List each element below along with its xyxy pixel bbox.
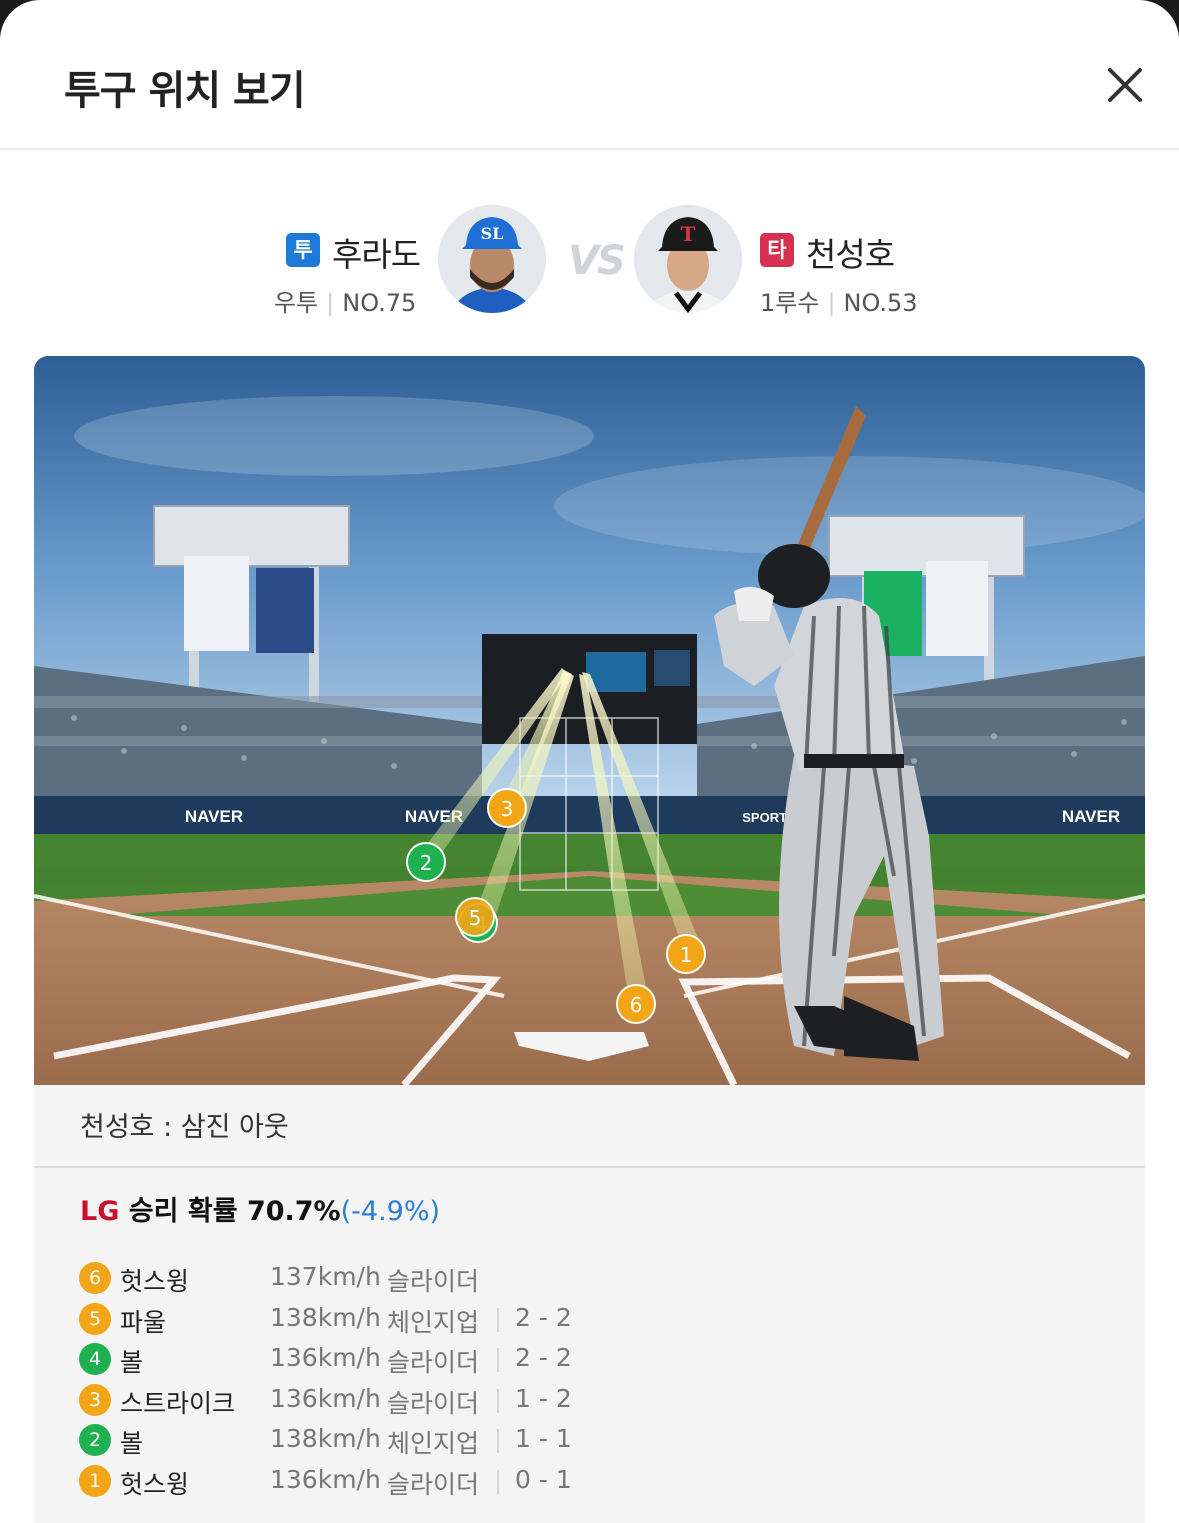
win-probability: LG 승리 확률 70.7%(-4.9%) xyxy=(80,1189,440,1228)
pitch-speed: 136km/h xyxy=(270,1464,381,1494)
divider: | xyxy=(827,289,836,317)
pitcher-cap-logo: SL xyxy=(481,224,504,243)
pitch-result: 볼 xyxy=(120,1429,144,1458)
win-probability-value: 승리 확률 70.7% xyxy=(128,1196,341,1227)
pitcher-name[interactable]: 후라도 xyxy=(332,228,421,276)
pitch-result: 헛스윙 xyxy=(120,1469,190,1499)
close-button[interactable] xyxy=(1100,60,1150,110)
pitch-location-sheet: 투구 위치 보기 투 후라도 우투 | NO.75 SL VS T 타 천성호 … xyxy=(0,0,1179,1523)
pitch-marker-3[interactable]: 3 xyxy=(487,788,527,828)
pitch-type: 슬라이더 xyxy=(387,1348,480,1377)
pitch-marker-label: 2 xyxy=(420,851,433,875)
close-icon xyxy=(1108,68,1142,102)
at-bat-summary: 천성호 : 삼진 아웃 xyxy=(80,1112,289,1143)
divider xyxy=(497,1388,499,1413)
pitch-count: 2 - 2 xyxy=(515,1302,572,1332)
batter-info: 1루수 | NO.53 xyxy=(760,283,918,318)
pitch-row[interactable]: 5 파울 138km/h 체인지업 2 - 2 xyxy=(79,1301,1139,1342)
pitch-number-badge: 6 xyxy=(79,1262,111,1294)
pitch-result: 스트라이크 xyxy=(120,1388,236,1418)
divider xyxy=(497,1348,499,1372)
pitch-type: 체인지업 xyxy=(387,1307,480,1337)
pitch-number-badge: 1 xyxy=(79,1464,111,1497)
pitch-number-badge: 5 xyxy=(79,1302,111,1335)
pitcher-avatar[interactable]: SL xyxy=(438,205,546,313)
sheet-header: 투구 위치 보기 xyxy=(0,0,1179,150)
pitcher-number: NO.75 xyxy=(342,289,417,317)
pitcher-hand: 우투 xyxy=(274,289,319,317)
pitch-type: 슬라이더 xyxy=(387,1469,480,1499)
pitch-marker-label: 1 xyxy=(680,943,693,967)
pitch-row[interactable]: 3 스트라이크 136km/h 슬라이더 1 - 2 xyxy=(79,1382,1139,1423)
pitch-marker-label: 5 xyxy=(469,906,482,930)
batter-cap-logo: T xyxy=(681,222,696,246)
batter-name[interactable]: 천성호 xyxy=(806,228,895,276)
divider xyxy=(497,1307,499,1332)
pitch-speed: 138km/h xyxy=(270,1424,381,1453)
pitch-speed: 136km/h xyxy=(270,1343,381,1372)
pitch-list: 6 헛스윙 137km/h 슬라이더 5 파울 138km/h 체인지업 2 -… xyxy=(79,1260,1139,1503)
pitch-result: 파울 xyxy=(120,1307,167,1337)
pitch-count: 1 - 1 xyxy=(515,1424,572,1453)
pitch-row[interactable]: 4 볼 136km/h 슬라이더 2 - 2 xyxy=(79,1341,1139,1382)
pitch-type: 체인지업 xyxy=(387,1429,480,1458)
divider xyxy=(34,1166,1145,1168)
batter-role-badge: 타 xyxy=(760,233,794,267)
batter-number: NO.53 xyxy=(843,289,918,317)
at-bat-result-panel: 천성호 : 삼진 아웃 LG 승리 확률 70.7%(-4.9%) 6 헛스윙 … xyxy=(34,1085,1145,1523)
pitcher-info: 우투 | NO.75 xyxy=(274,283,416,318)
win-probability-delta: (-4.9%) xyxy=(340,1196,441,1227)
pitch-location-view: NAVER NAVER SPORTS NAVER 3 2 5 1 6 xyxy=(34,356,1145,1085)
stadium-scene: NAVER NAVER SPORTS NAVER 3 2 5 1 6 xyxy=(34,356,1145,1085)
pitch-number-badge: 3 xyxy=(79,1383,111,1416)
pitch-marker-2[interactable]: 2 xyxy=(406,842,446,882)
matchup-panel: 투 후라도 우투 | NO.75 SL VS T 타 천성호 1루수 | NO.… xyxy=(0,190,1179,330)
pitch-speed: 138km/h xyxy=(270,1302,381,1332)
pitch-result: 볼 xyxy=(120,1348,144,1377)
divider: | xyxy=(326,289,335,317)
pitch-marker-1[interactable]: 1 xyxy=(666,934,706,974)
pitch-type: 슬라이더 xyxy=(387,1267,480,1296)
pitch-row[interactable]: 1 헛스윙 136km/h 슬라이더 0 - 1 xyxy=(79,1463,1139,1504)
pitch-marker-label: 3 xyxy=(501,797,514,821)
wall-banner-text: NAVER xyxy=(185,807,243,826)
pitch-count: 2 - 2 xyxy=(515,1343,572,1372)
vs-label: VS xyxy=(568,238,626,284)
pitch-type: 슬라이더 xyxy=(387,1388,480,1418)
pitch-row[interactable]: 2 볼 138km/h 체인지업 1 - 1 xyxy=(79,1422,1139,1463)
batter-position: 1루수 xyxy=(760,289,820,317)
batter-avatar[interactable]: T xyxy=(634,205,742,313)
pitch-marker-label: 6 xyxy=(630,993,643,1017)
pitch-count: 1 - 2 xyxy=(515,1383,572,1413)
pitch-row[interactable]: 6 헛스윙 137km/h 슬라이더 xyxy=(79,1260,1139,1301)
pitch-result: 헛스윙 xyxy=(120,1267,190,1296)
pitch-marker-6[interactable]: 6 xyxy=(616,984,656,1024)
pitch-speed: 137km/h xyxy=(270,1262,381,1291)
divider xyxy=(497,1429,499,1453)
batter-photo: T xyxy=(634,205,742,313)
win-team: LG xyxy=(80,1196,120,1227)
pitcher-role-badge: 투 xyxy=(286,233,320,267)
pitch-number-badge: 2 xyxy=(79,1424,111,1456)
pitcher-photo: SL xyxy=(438,205,546,313)
pitch-count: 0 - 1 xyxy=(515,1464,572,1494)
wall-banner-text: NAVER xyxy=(1062,807,1120,826)
divider xyxy=(497,1469,499,1494)
sheet-title: 투구 위치 보기 xyxy=(64,68,306,114)
pitch-marker-5[interactable]: 5 xyxy=(455,897,495,937)
pitch-speed: 136km/h xyxy=(270,1383,381,1413)
pitch-number-badge: 4 xyxy=(79,1343,111,1375)
